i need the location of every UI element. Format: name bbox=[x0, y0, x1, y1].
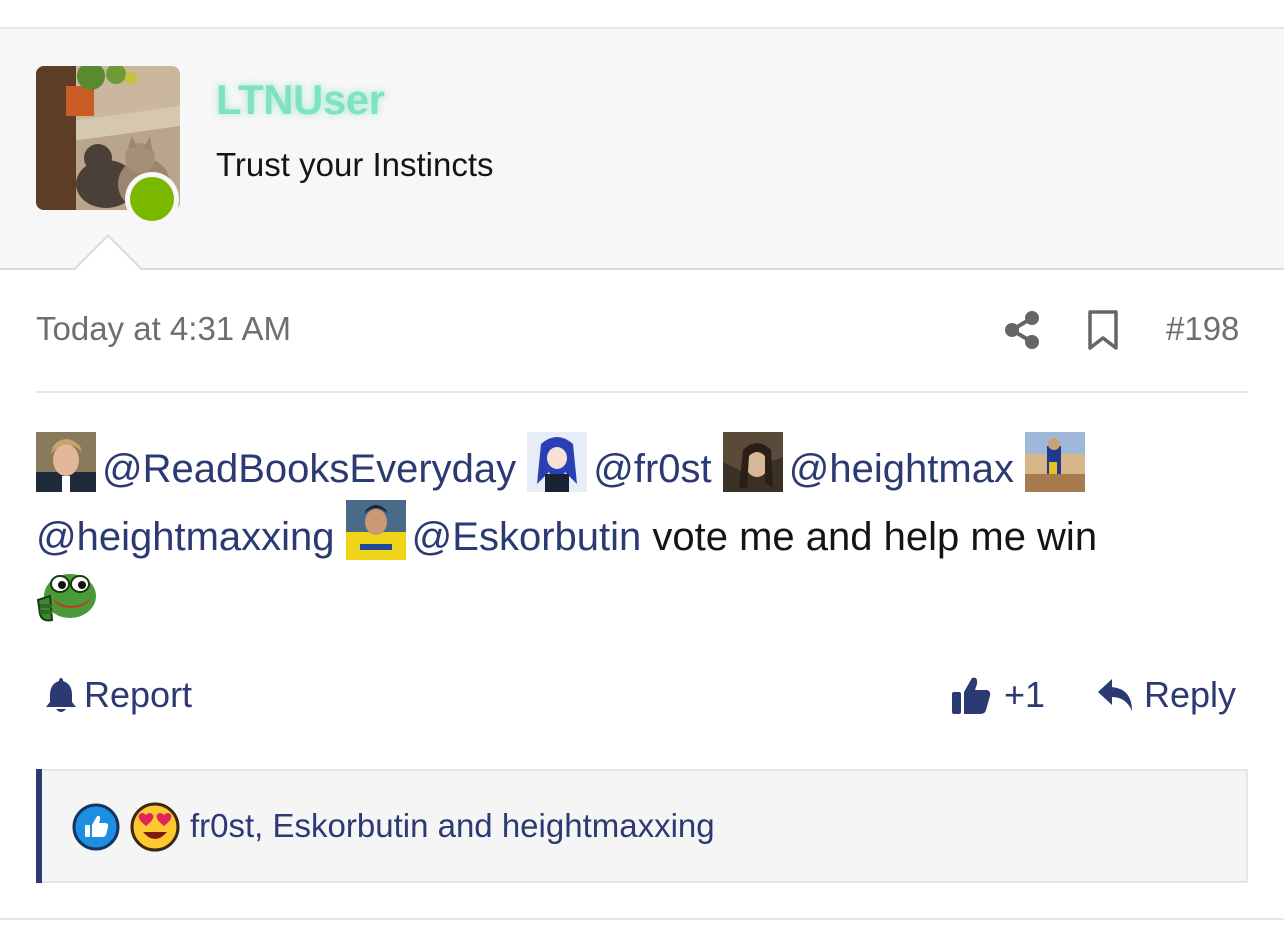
post-message: @ReadBooksEveryday @fr0st @heightmax @he… bbox=[36, 432, 1248, 646]
header-pointer-fill bbox=[75, 237, 141, 270]
mention-avatar[interactable] bbox=[722, 432, 783, 492]
report-button[interactable]: Report bbox=[44, 674, 192, 716]
reply-arrow-icon bbox=[1098, 679, 1132, 711]
mention-link[interactable]: @Eskorbutin bbox=[412, 515, 642, 559]
pepe-thumbs-up-emoji bbox=[36, 568, 1248, 646]
reply-button[interactable]: Reply bbox=[1096, 674, 1236, 716]
reactors-list[interactable]: fr0st, Eskorbutin and heightmaxxing bbox=[190, 807, 715, 845]
bottom-divider bbox=[0, 918, 1284, 920]
reply-label: Reply bbox=[1144, 674, 1237, 715]
thumbs-up-icon bbox=[952, 677, 991, 714]
share-icon[interactable] bbox=[1000, 308, 1044, 352]
post-timestamp[interactable]: Today at 4:31 AM bbox=[36, 310, 291, 348]
mention-link[interactable]: @heightmax bbox=[789, 447, 1014, 491]
online-status-indicator bbox=[125, 172, 179, 226]
bookmark-icon[interactable] bbox=[1085, 309, 1121, 351]
mention-avatar[interactable] bbox=[1025, 432, 1086, 492]
user-header bbox=[0, 29, 1284, 270]
like-reaction-icon bbox=[72, 803, 120, 856]
mention-link[interactable]: @fr0st bbox=[593, 447, 711, 491]
mention-avatar[interactable] bbox=[36, 432, 96, 492]
mention-link[interactable]: @ReadBooksEveryday bbox=[102, 447, 516, 491]
user-title: Trust your Instincts bbox=[216, 146, 494, 183]
bell-icon bbox=[46, 678, 76, 712]
message-text: vote me and help me win bbox=[641, 515, 1098, 559]
username[interactable]: LTNUser bbox=[216, 76, 385, 124]
reactions-accent-bar bbox=[36, 769, 42, 883]
reactions-bar[interactable]: fr0st, Eskorbutin and heightmaxxing bbox=[36, 769, 1248, 883]
mention-link[interactable]: @heightmaxxing bbox=[36, 515, 335, 559]
mention-avatar[interactable] bbox=[527, 432, 588, 492]
like-count: +1 bbox=[1004, 674, 1046, 715]
like-button[interactable]: +1 bbox=[950, 674, 1045, 716]
love-reaction-icon bbox=[130, 802, 180, 857]
meta-divider bbox=[36, 391, 1248, 393]
post-number[interactable]: #198 bbox=[1166, 310, 1239, 348]
mention-avatar[interactable] bbox=[345, 500, 406, 560]
report-label: Report bbox=[84, 674, 193, 715]
